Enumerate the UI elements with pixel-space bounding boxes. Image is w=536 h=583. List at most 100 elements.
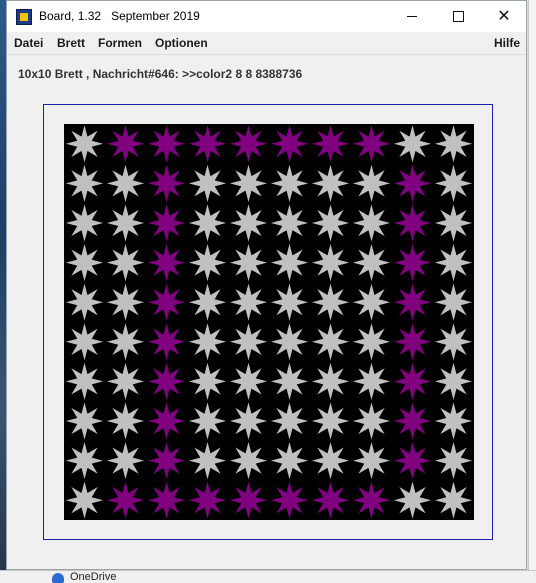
board-cell-star-r2-c4[interactable] [229,204,268,242]
board-cell-star-r0-c8[interactable] [393,125,432,163]
board-cell-star-r5-c5[interactable] [270,323,309,361]
board-cell-star-r7-c3[interactable] [188,402,227,440]
board-cell-star-r6-c2[interactable] [147,362,186,401]
menu-optionen[interactable]: Optionen [155,36,208,50]
board-cell-star-r3-c9[interactable] [434,243,473,282]
board-cell-star-r4-c5[interactable] [270,283,309,321]
board-cell-star-r1-c6[interactable] [311,164,350,203]
board-cell-star-r3-c7[interactable] [352,243,391,282]
board-cell-star-r2-c5[interactable] [270,204,309,242]
board-cell-star-r4-c2[interactable] [147,283,186,321]
board-cell-star-r4-c8[interactable] [393,283,432,321]
board-cell-star-r2-c7[interactable] [352,204,391,242]
board-cell-star-r4-c9[interactable] [434,283,473,321]
board-cell-star-r3-c5[interactable] [270,243,309,282]
board-app-icon[interactable] [16,9,32,25]
board-cell-star-r6-c4[interactable] [229,362,268,401]
board-cell-star-r0-c0[interactable] [65,125,104,163]
board-cell-star-r2-c3[interactable] [188,204,227,242]
board-cell-star-r9-c6[interactable] [311,481,350,519]
board-cell-star-r4-c7[interactable] [352,283,391,321]
board-cell-star-r1-c3[interactable] [188,164,227,203]
board-cell-star-r5-c8[interactable] [393,323,432,361]
maximize-button[interactable] [435,1,481,32]
board-cell-star-r0-c9[interactable] [434,125,473,163]
board-cell-star-r0-c7[interactable] [352,125,391,163]
board-cell-star-r8-c7[interactable] [352,441,391,480]
board-cell-star-r5-c4[interactable] [229,323,268,361]
board-cell-star-r0-c3[interactable] [188,125,227,163]
board-cell-star-r8-c1[interactable] [106,441,145,480]
board-cell-star-r3-c8[interactable] [393,243,432,282]
board-cell-star-r8-c3[interactable] [188,441,227,480]
board-cell-star-r7-c6[interactable] [311,402,350,440]
board-cell-star-r5-c6[interactable] [311,323,350,361]
board-cell-star-r5-c3[interactable] [188,323,227,361]
board-cell-star-r9-c0[interactable] [65,481,104,519]
board-cell-star-r8-c0[interactable] [65,441,104,480]
board-cell-star-r5-c1[interactable] [106,323,145,361]
menu-datei[interactable]: Datei [14,36,43,50]
board-cell-star-r7-c9[interactable] [434,402,473,440]
board-cell-star-r7-c1[interactable] [106,402,145,440]
taskbar-label[interactable]: OneDrive [70,571,116,583]
board-cell-star-r1-c0[interactable] [65,164,104,203]
board-cell-star-r8-c9[interactable] [434,441,473,480]
board-cell-star-r1-c8[interactable] [393,164,432,203]
board-cell-star-r1-c5[interactable] [270,164,309,203]
board-cell-star-r4-c3[interactable] [188,283,227,321]
board-cell-star-r8-c5[interactable] [270,441,309,480]
board-cell-star-r6-c8[interactable] [393,362,432,401]
board-cell-star-r1-c4[interactable] [229,164,268,203]
board-cell-star-r9-c7[interactable] [352,481,391,519]
board-cell-star-r9-c5[interactable] [270,481,309,519]
menu-hilfe[interactable]: Hilfe [494,36,520,50]
board-cell-star-r2-c9[interactable] [434,204,473,242]
board-cell-star-r2-c8[interactable] [393,204,432,242]
board-cell-star-r3-c2[interactable] [147,243,186,282]
board-cell-star-r7-c8[interactable] [393,402,432,440]
board-cell-star-r5-c9[interactable] [434,323,473,361]
board-cell-star-r2-c6[interactable] [311,204,350,242]
board-cell-star-r6-c7[interactable] [352,362,391,401]
board-cell-star-r9-c1[interactable] [106,481,145,519]
minimize-button[interactable] [389,1,435,32]
board-cell-star-r0-c6[interactable] [311,125,350,163]
close-button[interactable]: ✕ [481,1,527,32]
board-cell-star-r2-c1[interactable] [106,204,145,242]
board-cell-star-r9-c4[interactable] [229,481,268,519]
board-cell-star-r4-c0[interactable] [65,283,104,321]
board-cell-star-r6-c9[interactable] [434,362,473,401]
board-cell-star-r1-c1[interactable] [106,164,145,203]
menu-brett[interactable]: Brett [57,36,85,50]
board-cell-star-r9-c2[interactable] [147,481,186,519]
board-cell-star-r2-c2[interactable] [147,204,186,242]
board-cell-star-r3-c4[interactable] [229,243,268,282]
board-cell-star-r9-c3[interactable] [188,481,227,519]
board-cell-star-r6-c3[interactable] [188,362,227,401]
board-cell-star-r0-c5[interactable] [270,125,309,163]
board-cell-star-r3-c0[interactable] [65,243,104,282]
board-cell-star-r6-c6[interactable] [311,362,350,401]
board-cell-star-r5-c7[interactable] [352,323,391,361]
board-cell-star-r8-c6[interactable] [311,441,350,480]
board-cell-star-r5-c2[interactable] [147,323,186,361]
board-cell-star-r0-c2[interactable] [147,125,186,163]
board-grid[interactable] [64,124,474,520]
board-cell-star-r8-c4[interactable] [229,441,268,480]
board-cell-star-r7-c0[interactable] [65,402,104,440]
title-bar[interactable]: Board, 1.32 September 2019 ✕ [7,1,526,32]
board-cell-star-r3-c6[interactable] [311,243,350,282]
board-cell-star-r4-c4[interactable] [229,283,268,321]
board-cell-star-r5-c0[interactable] [65,323,104,361]
board-cell-star-r8-c8[interactable] [393,441,432,480]
board-cell-star-r4-c6[interactable] [311,283,350,321]
board-cell-star-r7-c7[interactable] [352,402,391,440]
board-cell-star-r3-c3[interactable] [188,243,227,282]
board-cell-star-r6-c1[interactable] [106,362,145,401]
board-cell-star-r1-c2[interactable] [147,164,186,203]
board-cell-star-r0-c1[interactable] [106,125,145,163]
board-cell-star-r7-c4[interactable] [229,402,268,440]
board-cell-star-r6-c5[interactable] [270,362,309,401]
board-cell-star-r8-c2[interactable] [147,441,186,480]
